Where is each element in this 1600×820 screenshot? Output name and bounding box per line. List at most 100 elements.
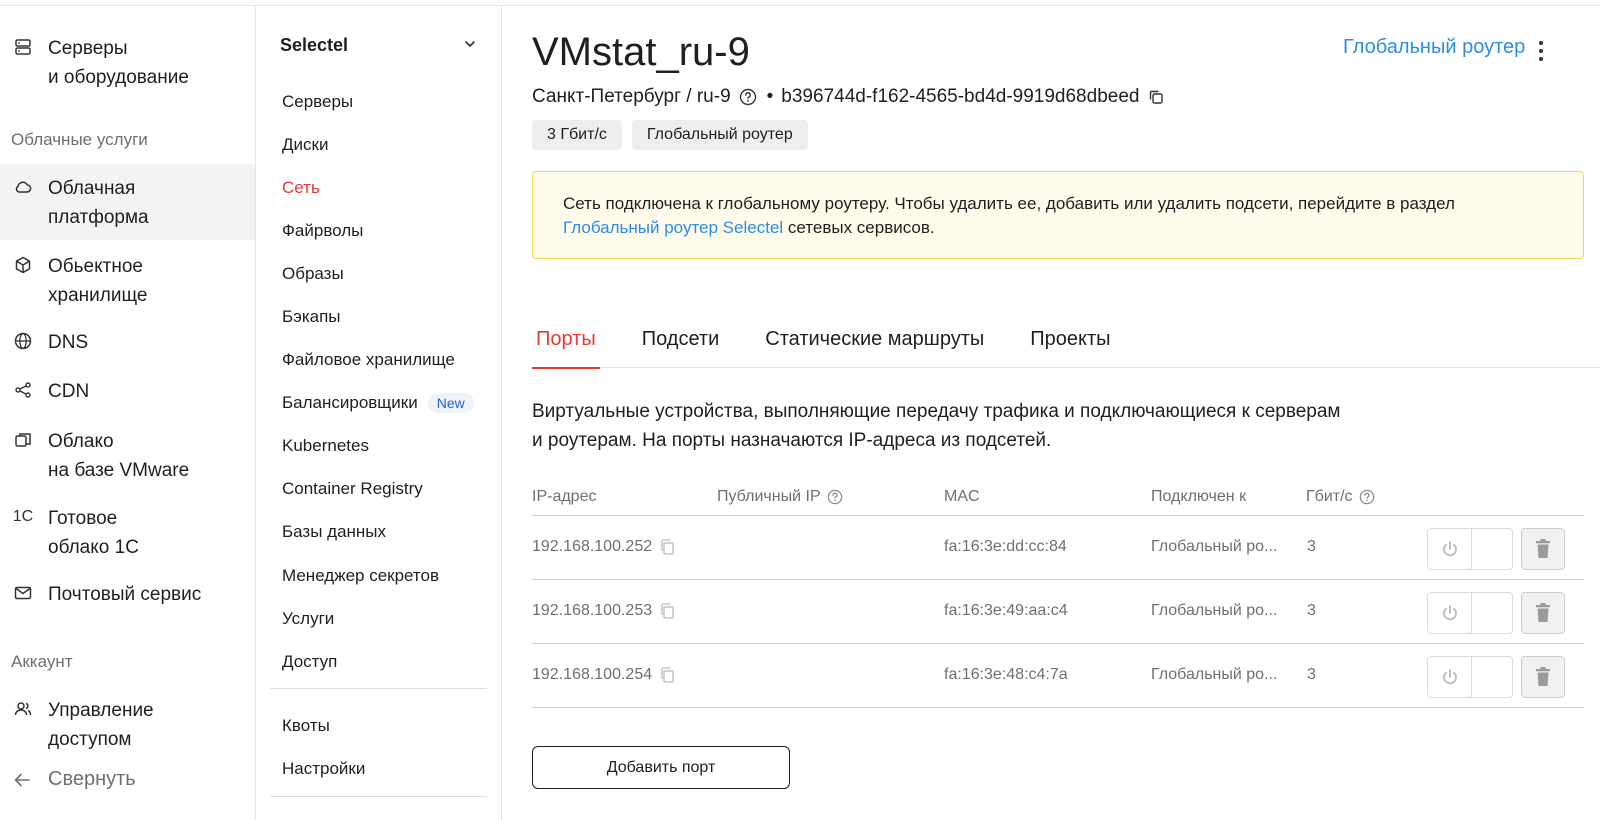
subnav-item-file-storage[interactable]: Файловое хранилище bbox=[282, 348, 455, 372]
sidebar-collapse-button[interactable]: Свернуть bbox=[12, 768, 136, 791]
description-line: Виртуальные устройства, выполняющие пере… bbox=[532, 401, 1341, 422]
cell-gbit: 3 bbox=[1307, 602, 1316, 619]
notice-link[interactable]: Глобальный роутер Selectel bbox=[563, 218, 783, 237]
sidebar-item-object-storage[interactable]: Обьектное хранилище bbox=[0, 252, 255, 310]
tab-bar: Порты Подсети Статические маршруты Проек… bbox=[532, 324, 1600, 369]
subnav-item-disks[interactable]: Диски bbox=[282, 133, 328, 157]
power-icon bbox=[1442, 541, 1457, 557]
main-content: VMstat_ru-9 Глобальный роутер Санкт-Пете… bbox=[503, 6, 1600, 820]
subnav-item-services[interactable]: Услуги bbox=[282, 607, 334, 631]
org-selector[interactable]: Selectel bbox=[280, 30, 477, 60]
copy-icon[interactable] bbox=[660, 538, 676, 556]
sidebar-item-label: платформа bbox=[48, 207, 149, 228]
subnav-item-balancers[interactable]: Балансировщики New bbox=[282, 391, 474, 415]
sidebar-item-cloud-platform[interactable]: Облачная платформа bbox=[0, 164, 255, 240]
subnav-item-container-registry[interactable]: Container Registry bbox=[282, 477, 423, 501]
tab-static-routes[interactable]: Статические маршруты bbox=[761, 324, 988, 368]
power-button[interactable] bbox=[1428, 657, 1472, 697]
subnav-item-access[interactable]: Доступ bbox=[282, 650, 337, 674]
power-icon bbox=[1442, 605, 1457, 621]
sidebar-item-vmware[interactable]: Облако на базе VMware bbox=[0, 427, 255, 485]
cell-connected: Глобальный ро... bbox=[1151, 666, 1278, 683]
sidebar-item-dns[interactable]: DNS bbox=[0, 328, 255, 357]
mail-icon bbox=[12, 582, 34, 604]
trash-icon bbox=[1536, 667, 1550, 686]
sidebar-item-mail[interactable]: Почтовый сервис bbox=[0, 580, 255, 609]
new-badge: New bbox=[427, 393, 474, 413]
network-id: b396744d-f162-4565-bd4d-9919d68dbeed bbox=[781, 86, 1140, 107]
subnav-item-quotas[interactable]: Квоты bbox=[282, 714, 330, 738]
description-line: и роутерам. На порты назначаются IP-адре… bbox=[532, 430, 1052, 451]
cell-ip: 192.168.100.252 bbox=[532, 538, 676, 556]
primary-sidebar: Серверы и оборудование Облачные услуги О… bbox=[0, 6, 256, 820]
tab-subnets[interactable]: Подсети bbox=[638, 324, 724, 368]
subnav-item-kubernetes[interactable]: Kubernetes bbox=[282, 434, 369, 458]
add-port-button[interactable]: Добавить порт bbox=[532, 746, 790, 789]
sidebar-item-1c-cloud[interactable]: 1С Готовое облако 1С bbox=[0, 504, 255, 562]
subnav-item-images[interactable]: Образы bbox=[282, 262, 344, 286]
power-toggle-secondary[interactable] bbox=[1472, 593, 1512, 633]
global-router-link[interactable]: Глобальный роутер bbox=[1343, 36, 1525, 59]
table-row: 192.168.100.253 fa:16:3e:49:aa:c4 Глобал… bbox=[532, 580, 1584, 644]
subnav-item-backups[interactable]: Бэкапы bbox=[282, 305, 341, 329]
tag-global-router: Глобальный роутер bbox=[631, 120, 808, 150]
cell-gbit: 3 bbox=[1307, 538, 1316, 555]
notice-text-end: сетевых сервисов. bbox=[783, 218, 935, 237]
subnav-item-servers[interactable]: Серверы bbox=[282, 90, 353, 114]
help-icon[interactable] bbox=[739, 88, 757, 106]
delete-button[interactable] bbox=[1521, 528, 1565, 570]
arrow-left-icon bbox=[12, 769, 34, 791]
subnav-divider bbox=[270, 796, 487, 797]
trash-icon bbox=[1536, 539, 1550, 558]
server-icon bbox=[12, 36, 34, 58]
sidebar-item-label: CDN bbox=[48, 381, 90, 402]
cdn-icon bbox=[12, 379, 34, 401]
col-ip: IP-адрес bbox=[532, 488, 597, 505]
tab-ports[interactable]: Порты bbox=[532, 324, 600, 369]
delete-button[interactable] bbox=[1521, 592, 1565, 634]
1c-icon: 1С bbox=[12, 506, 34, 528]
sidebar-item-label: Обьектное bbox=[48, 256, 143, 277]
global-router-notice: Сеть подключена к глобальному роутеру. Ч… bbox=[532, 171, 1584, 259]
cell-mac: fa:16:3e:49:aa:c4 bbox=[944, 602, 1068, 619]
sidebar-item-label: и оборудование bbox=[48, 67, 189, 88]
trash-icon bbox=[1536, 603, 1550, 622]
power-button[interactable] bbox=[1428, 593, 1472, 633]
cell-mac: fa:16:3e:dd:cc:84 bbox=[944, 538, 1067, 555]
subnav-item-network[interactable]: Сеть bbox=[282, 176, 320, 200]
help-icon[interactable] bbox=[827, 489, 843, 505]
power-button[interactable] bbox=[1428, 529, 1472, 569]
sidebar-item-cdn[interactable]: CDN bbox=[0, 377, 255, 406]
sidebar-item-label: Готовое bbox=[48, 508, 118, 529]
copy-icon[interactable] bbox=[1147, 88, 1165, 106]
cell-connected: Глобальный ро... bbox=[1151, 538, 1278, 555]
col-gbit-label: Гбит/с bbox=[1306, 488, 1353, 505]
help-icon[interactable] bbox=[1359, 489, 1375, 505]
more-options-button[interactable] bbox=[1531, 38, 1551, 64]
copy-icon[interactable] bbox=[660, 666, 676, 684]
network-tags: 3 Гбит/с Глобальный роутер bbox=[532, 120, 808, 150]
sidebar-section-account: Аккаунт bbox=[11, 652, 73, 671]
network-subline: Санкт-Петербург / ru-9 • b396744d-f162-4… bbox=[532, 86, 1165, 108]
tab-projects[interactable]: Проекты bbox=[1026, 324, 1114, 368]
cell-ip: 192.168.100.253 bbox=[532, 602, 676, 620]
org-name: Selectel bbox=[280, 34, 349, 55]
subnav-item-databases[interactable]: Базы данных bbox=[282, 520, 386, 544]
power-toggle-group bbox=[1427, 592, 1513, 634]
copy-icon[interactable] bbox=[660, 602, 676, 620]
subnav-item-secrets-manager[interactable]: Менеджер секретов bbox=[282, 564, 439, 588]
subnav-item-settings[interactable]: Настройки bbox=[282, 757, 365, 781]
vmware-icon bbox=[12, 429, 34, 451]
sidebar-item-access-management[interactable]: Управление доступом bbox=[0, 696, 255, 754]
power-toggle-secondary[interactable] bbox=[1472, 529, 1512, 569]
sidebar-item-servers[interactable]: Серверы и оборудование bbox=[0, 34, 255, 92]
sidebar-item-label: DNS bbox=[48, 332, 89, 353]
power-toggle-secondary[interactable] bbox=[1472, 657, 1512, 697]
row-actions bbox=[1427, 656, 1565, 698]
cell-gbit: 3 bbox=[1307, 666, 1316, 683]
sidebar-item-label: Серверы bbox=[48, 38, 128, 59]
subnav-item-firewalls[interactable]: Файрволы bbox=[282, 219, 363, 243]
col-connected: Подключен к bbox=[1151, 488, 1247, 505]
delete-button[interactable] bbox=[1521, 656, 1565, 698]
col-public-ip: Публичный IP bbox=[717, 488, 843, 506]
